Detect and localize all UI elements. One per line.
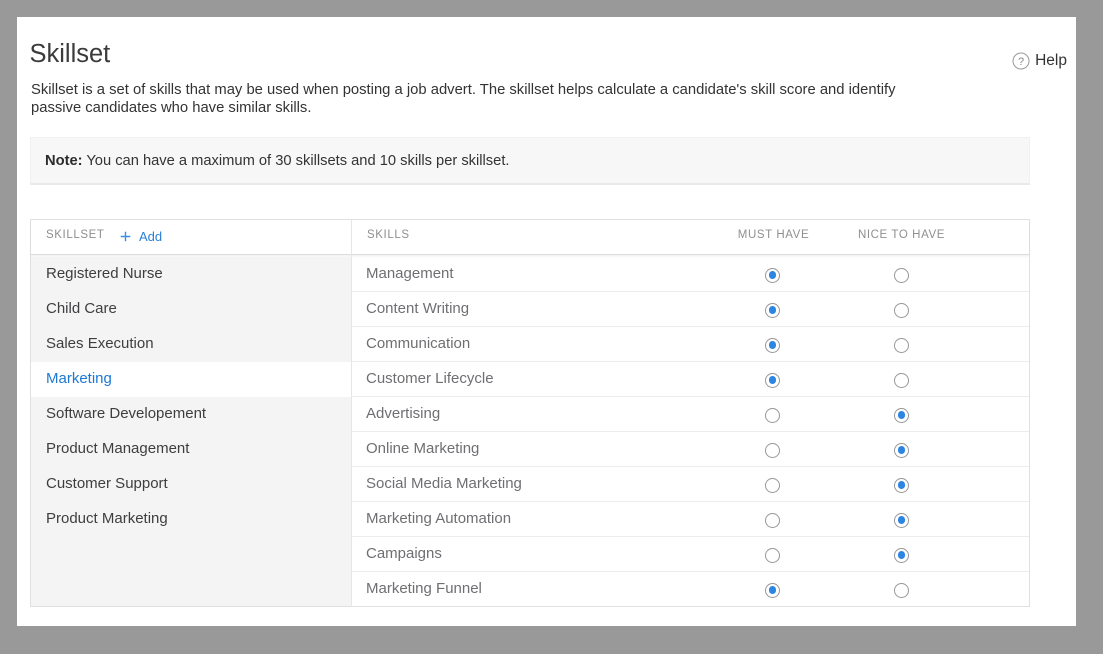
svg-text:?: ? bbox=[1018, 56, 1024, 68]
